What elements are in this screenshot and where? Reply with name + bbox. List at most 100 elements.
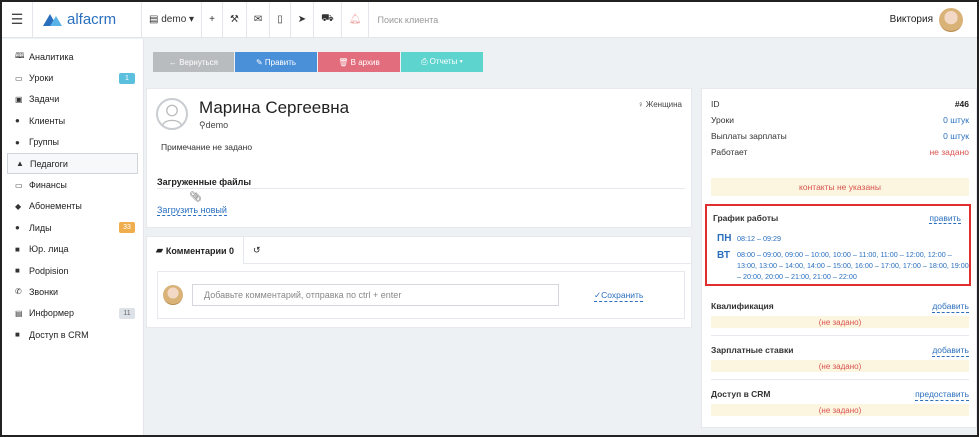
phone-button[interactable]: ▯ <box>270 2 291 38</box>
wrench-icon: ⚒ <box>229 14 239 25</box>
sidebar-item-label: Группы <box>29 137 59 148</box>
sidebar-item-label: Юр. лица <box>29 244 69 255</box>
section-title: Доступ в CRM <box>711 389 771 399</box>
reports-button[interactable]: ⎙ Отчеты ▾ <box>401 52 483 72</box>
file-icon: ■ <box>15 266 20 276</box>
sidebar-item-6[interactable]: ▭ Финансы <box>2 174 143 195</box>
sidebar-item-label: Задачи <box>29 94 60 105</box>
divider <box>157 188 685 189</box>
id-label: ID <box>711 99 720 109</box>
tab-history[interactable]: ↺ <box>244 237 270 264</box>
client-search-input[interactable]: Поиск клиента <box>369 2 889 38</box>
history-icon: ↺ <box>253 245 261 255</box>
divider <box>711 335 969 336</box>
map-marker-icon: ⚲ <box>199 120 206 130</box>
count-badge: 11 <box>119 307 135 319</box>
works-label: Работает <box>711 147 748 157</box>
schedule-title: График работы <box>713 213 779 223</box>
tab-comments[interactable]: ▰ Комментарии 0 <box>147 237 245 264</box>
comment-input[interactable]: Добавьте комментарий, отправка по ctrl +… <box>192 284 559 306</box>
edit-button[interactable]: ✎ Править <box>235 52 317 72</box>
clipboard-icon: ▣ <box>15 94 23 104</box>
comment-icon: ▰ <box>156 245 163 255</box>
divider <box>711 379 969 380</box>
lessons-label: Уроки <box>711 115 734 125</box>
note-text: Примечание не задано <box>161 142 253 152</box>
upload-new-link[interactable]: Загрузить новый <box>157 205 227 216</box>
sidebar-item-label: Лиды <box>29 222 52 233</box>
sidebar-item-3[interactable]: ● Клиенты <box>2 110 143 131</box>
sidebar-item-5[interactable]: ▲ Педагоги <box>7 152 138 175</box>
add-button[interactable]: + <box>202 2 223 38</box>
section-title: Квалификация <box>711 301 774 311</box>
telegram-icon: ➤ <box>297 14 307 25</box>
money-icon: ▭ <box>15 180 23 190</box>
logo-icon <box>43 13 62 26</box>
contacts-warning: контакты не указаны <box>711 178 969 196</box>
user-avatar <box>939 7 963 32</box>
sidebar-item-10[interactable]: ■ Podpision <box>2 260 143 281</box>
sidebar: 🕮 Аналитика ▭ Уроки 1 ▣ Задачи ● Клиенты ● Группы ▲… <box>2 39 144 435</box>
cart-button[interactable]: ⛟ <box>314 2 342 38</box>
sidebar-item-9[interactable]: ■ Юр. лица <box>2 239 143 260</box>
phone-icon: ▯ <box>277 14 283 25</box>
tab-comments-label: Комментарии 0 <box>165 245 235 256</box>
comments-tabs: ▰ Комментарии 0 ↺ <box>147 237 691 264</box>
sidebar-item-label: Клиенты <box>29 115 66 126</box>
sidebar-item-2[interactable]: ▣ Задачи <box>2 89 143 110</box>
sidebar-item-1[interactable]: ▭ Уроки 1 <box>2 67 143 88</box>
sidebar-item-label: Звонки <box>29 286 59 297</box>
graduation-cap-icon: ▲ <box>16 159 24 169</box>
salary-rates-section: Зарплатные ставки добавить (не задано) <box>711 345 969 372</box>
add-salary-rate-link[interactable]: добавить <box>932 345 969 357</box>
sidebar-item-0[interactable]: 🕮 Аналитика <box>2 46 143 67</box>
sidebar-item-8[interactable]: ● Лиды 33 <box>2 217 143 238</box>
menu-icon[interactable]: ☰ <box>2 2 32 38</box>
plus-icon: + <box>209 14 215 25</box>
mail-button[interactable]: ✉ <box>247 2 271 38</box>
avatar-placeholder-icon <box>156 98 188 130</box>
sidebar-item-7[interactable]: ◆ Абонементы <box>2 196 143 217</box>
sidebar-item-11[interactable]: ✆ Звонки <box>2 281 143 302</box>
comments-panel: ▰ Комментарии 0 ↺ Добавьте комментарий, о… <box>146 236 692 328</box>
action-buttons: ← Вернуться ✎ Править 🗑 В архив ⎙ Отчеты… <box>153 52 484 72</box>
chevron-down-icon: ▾ <box>189 14 195 25</box>
lock-icon: ■ <box>15 330 20 340</box>
save-comment-button[interactable]: ✓Сохранить <box>594 290 644 302</box>
archive-button[interactable]: 🗑 В архив <box>318 52 400 72</box>
sidebar-item-4[interactable]: ● Группы <box>2 132 143 153</box>
calendar-icon: ▭ <box>15 73 23 83</box>
section-title: Зарплатные ставки <box>711 345 794 355</box>
top-bar: ☰ alfacrm ▤ demo ▾ + ⚒ ✉ ▯ ➤ ⛟ 🔔︎ Поиск … <box>2 2 977 38</box>
telegram-button[interactable]: ➤ <box>291 2 315 38</box>
settings-button[interactable]: ⚒ <box>223 2 247 38</box>
teacher-location: ⚲demo <box>199 120 228 131</box>
branch-selector[interactable]: ▤ demo ▾ <box>142 2 203 38</box>
gender-label: Женщина <box>645 100 682 109</box>
sidebar-item-label: Podpision <box>29 265 69 276</box>
brand-logo[interactable]: alfacrm <box>33 2 141 38</box>
empty-value: (не задано) <box>711 404 969 416</box>
schedule-edit-link[interactable]: править <box>929 213 961 224</box>
id-row: ID #46 <box>711 99 969 109</box>
schedule-day: ВТ <box>717 250 730 261</box>
add-qualification-link[interactable]: добавить <box>932 301 969 313</box>
schedule-times: 08:00 – 09:00, 09:00 – 10:00, 10:00 – 11… <box>737 250 969 281</box>
sidebar-item-label: Абонементы <box>29 201 82 212</box>
sidebar-item-label: Финансы <box>29 180 67 191</box>
book-icon: 🕮 <box>15 50 25 60</box>
empty-value: (не задано) <box>711 316 969 328</box>
lessons-row: Уроки 0 штук <box>711 115 969 125</box>
qualification-section: Квалификация добавить (не задано) <box>711 301 969 328</box>
notifications-button[interactable]: 🔔︎ <box>342 2 370 38</box>
back-button[interactable]: ← Вернуться <box>153 52 234 72</box>
grant-access-link[interactable]: предоставить <box>915 389 969 401</box>
payouts-value[interactable]: 0 штук <box>943 131 969 141</box>
bell-icon: 🔔︎ <box>348 14 362 25</box>
sidebar-item-12[interactable]: ▤ Информер 11 <box>2 303 143 324</box>
payouts-label: Выплаты зарплаты <box>711 131 787 141</box>
newspaper-icon: ▤ <box>15 308 23 318</box>
user-menu[interactable]: Виктория <box>890 7 977 32</box>
lessons-value[interactable]: 0 штук <box>943 115 969 125</box>
sidebar-item-13[interactable]: ■ Доступ в CRM <box>2 324 143 345</box>
